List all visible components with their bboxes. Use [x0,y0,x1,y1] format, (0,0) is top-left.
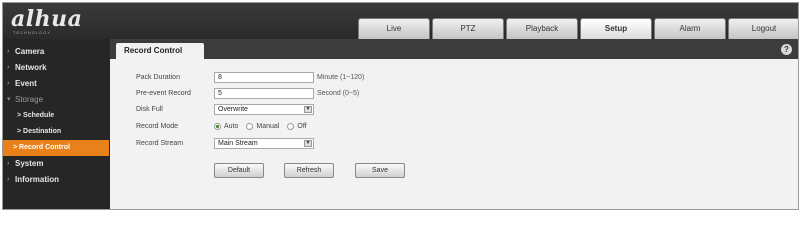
disk-full-select[interactable]: Overwrite ▼ [214,103,314,115]
help-icon[interactable]: ? [781,44,792,55]
save-button[interactable]: Save [355,163,405,178]
sidebar-item-label: Information [15,175,59,184]
sidebar-item-label: Event [15,79,37,88]
sidebar-item-camera[interactable]: › Camera [3,44,110,60]
radio-unselected-icon [246,122,254,130]
nav-tab-setup[interactable]: Setup [580,18,652,39]
bullet-icon: › [7,48,10,55]
radio-label: Auto [224,122,239,130]
sidebar-subitem-record-control[interactable]: > Record Control [3,140,109,156]
disk-full-label: Disk Full [136,105,163,113]
nav-tab-ptz[interactable]: PTZ [432,18,504,39]
record-mode-row: Record Mode Auto Manual Off [136,120,315,132]
record-mode-radio-group: Auto Manual Off [214,122,315,130]
main-nav: Live PTZ Playback Setup Alarm Logout [358,18,798,39]
sidebar-item-event[interactable]: › Event [3,76,110,92]
bullet-icon: › [7,80,10,87]
sidebar-item-label: Camera [15,47,45,56]
record-mode-label: Record Mode [136,122,179,130]
radio-unselected-icon [287,122,295,130]
record-mode-auto-radio[interactable]: Auto [214,122,239,130]
sidebar-item-information[interactable]: › Information [3,172,110,188]
refresh-button[interactable]: Refresh [284,163,334,178]
record-control-form: Pack Duration 8 Minute (1~120) Pre-event… [110,59,798,209]
radio-label: Manual [256,122,280,130]
disk-full-value: Overwrite [218,105,248,113]
pack-duration-label: Pack Duration [136,73,180,81]
record-mode-off-radio[interactable]: Off [287,122,307,130]
sidebar-item-label: Storage [15,95,44,104]
brand-logo: alhua [11,6,83,32]
pre-event-record-row: Pre-event Record 5 Second (0~5) [136,87,359,99]
bullet-icon: › [7,64,10,71]
record-stream-row: Record Stream Main Stream ▼ [136,137,314,149]
pack-duration-row: Pack Duration 8 Minute (1~120) [136,71,364,83]
sidebar-subitem-destination[interactable]: > Destination [3,124,110,140]
sidebar: › Camera › Network › Event ▾ Storage > S… [3,39,110,209]
pre-event-record-input[interactable]: 5 [214,87,314,99]
nav-tab-logout[interactable]: Logout [728,18,798,39]
pack-duration-input[interactable]: 8 [214,71,314,83]
header: alhua TECHNOLOGY Live PTZ Playback Setup… [3,3,798,39]
nav-tab-live[interactable]: Live [358,18,430,39]
app-window: alhua TECHNOLOGY Live PTZ Playback Setup… [2,2,799,210]
record-mode-manual-radio[interactable]: Manual [246,122,280,130]
record-stream-label: Record Stream [136,139,184,147]
sidebar-subitem-schedule[interactable]: > Schedule [3,108,110,124]
sidebar-item-label: Network [15,63,47,72]
sidebar-item-label: System [15,159,44,168]
nav-tab-alarm[interactable]: Alarm [654,18,726,39]
bullet-icon: › [7,160,10,167]
bullet-icon: › [7,176,10,183]
pre-event-record-label: Pre-event Record [136,89,191,97]
record-stream-select[interactable]: Main Stream ▼ [214,137,314,149]
default-button[interactable]: Default [214,163,264,178]
disk-full-row: Disk Full Overwrite ▼ [136,103,314,115]
radio-selected-icon [214,122,221,130]
expand-icon: ▾ [7,96,11,103]
chevron-down-icon: ▼ [304,105,312,113]
pre-event-record-unit: Second (0~5) [317,89,360,97]
chevron-down-icon: ▼ [304,139,312,147]
page-tab-bar: Record Control ? [110,39,798,59]
sidebar-item-system[interactable]: › System [3,156,110,172]
page-title: Record Control [116,43,204,59]
pack-duration-unit: Minute (1~120) [317,73,365,81]
radio-label: Off [297,122,307,130]
sidebar-item-network[interactable]: › Network [3,60,110,76]
record-stream-value: Main Stream [218,139,258,147]
nav-tab-playback[interactable]: Playback [506,18,578,39]
sidebar-item-storage[interactable]: ▾ Storage [3,92,110,108]
brand-tagline: TECHNOLOGY [13,30,52,35]
